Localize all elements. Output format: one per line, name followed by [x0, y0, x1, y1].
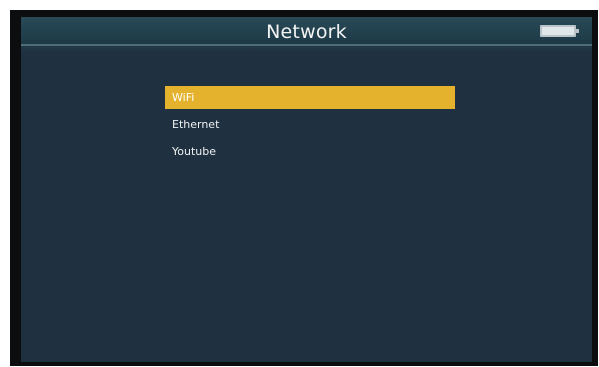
network-screen: Network WiFi Ethernet Youtube: [21, 17, 592, 362]
page-title: Network: [266, 21, 347, 43]
title-bar-divider: [21, 46, 592, 53]
title-bar: Network: [21, 17, 592, 46]
battery-icon: [540, 25, 579, 37]
menu-item-wifi[interactable]: WiFi: [165, 86, 455, 109]
menu-item-youtube[interactable]: Youtube: [165, 140, 455, 163]
menu-item-ethernet[interactable]: Ethernet: [165, 113, 455, 136]
network-menu: WiFi Ethernet Youtube: [165, 86, 455, 167]
